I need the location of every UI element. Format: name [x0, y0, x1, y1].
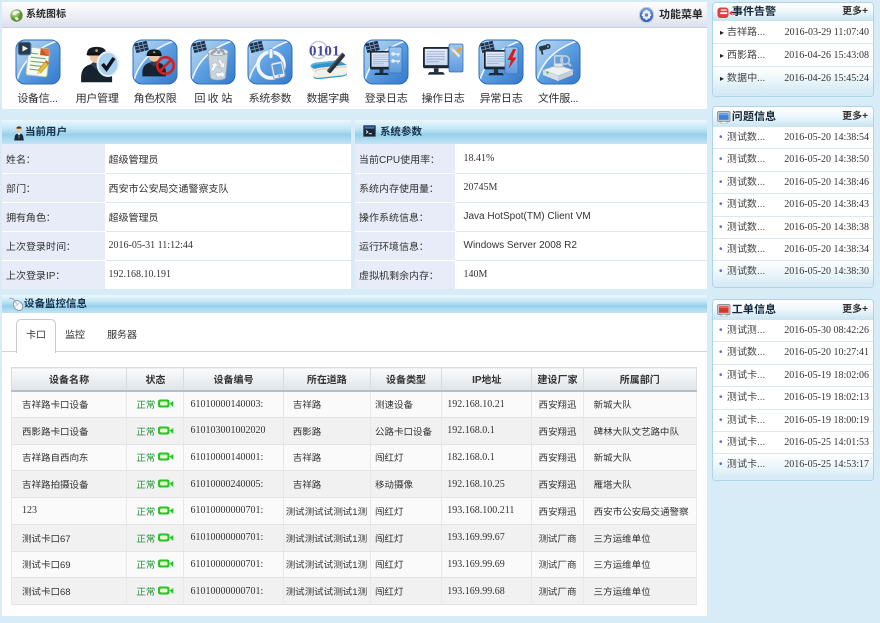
svg-text:0101: 0101 — [309, 44, 340, 60]
